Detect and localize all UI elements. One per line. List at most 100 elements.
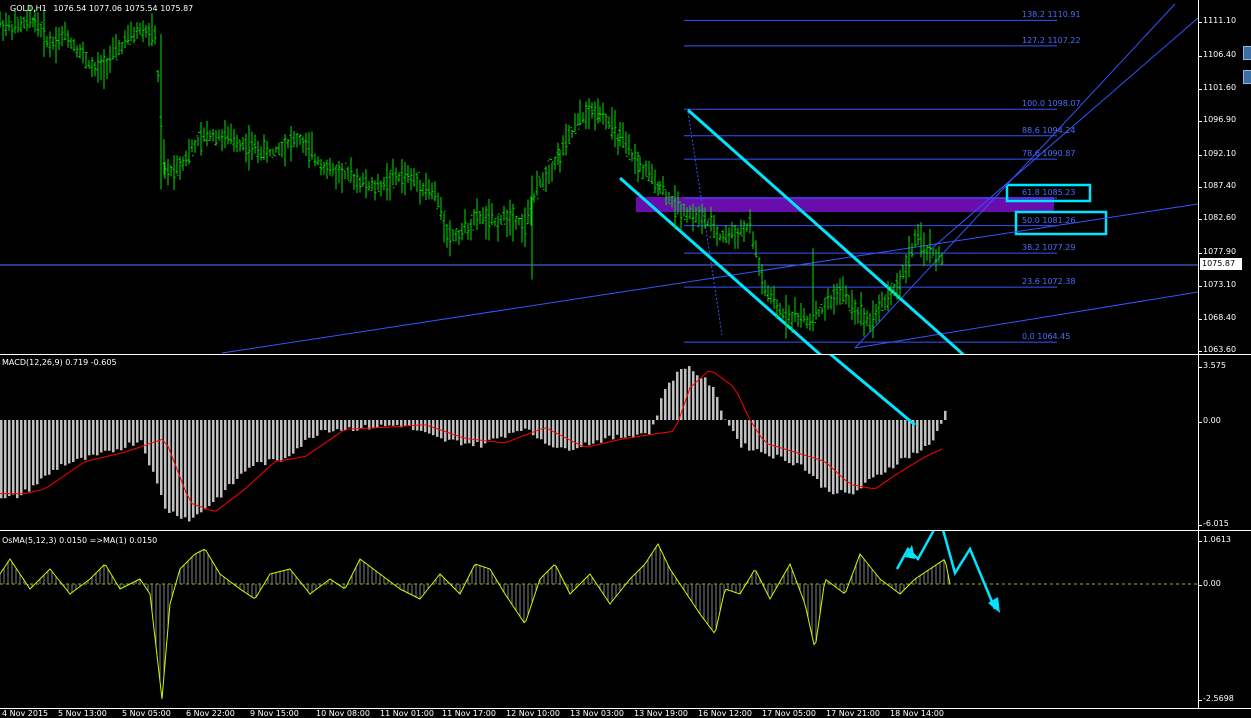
- macd-histogram-bar: [88, 420, 91, 456]
- macd-histogram-bar: [92, 420, 95, 455]
- price-tick: 1101.60: [1197, 83, 1237, 92]
- macd-histogram-bar: [836, 420, 839, 494]
- side-toolbar-button[interactable]: [1243, 70, 1251, 84]
- macd-histogram-bar: [844, 420, 847, 493]
- price-tick: 1077.90: [1197, 247, 1237, 256]
- macd-histogram-bar: [712, 386, 715, 420]
- macd-histogram-bar: [236, 420, 239, 479]
- macd-histogram-bar: [572, 420, 575, 450]
- macd-histogram-bar: [944, 410, 947, 420]
- macd-histogram-bar: [220, 420, 223, 498]
- macd-histogram-bar: [488, 420, 491, 440]
- macd-tick: -6.015: [1198, 519, 1229, 528]
- macd-histogram-bar: [60, 420, 63, 465]
- macd-histogram-bar: [628, 420, 631, 436]
- macd-histogram-bar: [508, 420, 511, 434]
- price-tick: 1111.10: [1197, 16, 1237, 25]
- macd-histogram-bar: [112, 420, 115, 453]
- macd-histogram-bar: [308, 420, 311, 438]
- macd-histogram-bar: [116, 420, 119, 450]
- macd-tick: 3.575: [1198, 361, 1226, 370]
- macd-histogram-bar: [640, 420, 643, 434]
- macd-histogram-bar: [872, 420, 875, 478]
- macd-histogram-bar: [136, 420, 139, 443]
- fibo-level-label: 50.0 1081.26: [1022, 215, 1076, 225]
- macd-canvas: [0, 355, 947, 522]
- macd-histogram-bar: [168, 420, 171, 513]
- macd-histogram-bar: [496, 420, 499, 439]
- macd-histogram-bar: [724, 419, 727, 420]
- macd-histogram-bar: [548, 420, 551, 446]
- macd-histogram-bar: [344, 420, 347, 431]
- macd-histogram-bar: [800, 420, 803, 465]
- macd-histogram-bar: [468, 420, 471, 444]
- macd-histogram-bar: [784, 420, 787, 461]
- macd-histogram-bar: [208, 420, 211, 507]
- macd-histogram-bar: [828, 420, 831, 492]
- macd-histogram-bar: [36, 420, 39, 485]
- price-tick: 1092.10: [1197, 149, 1237, 158]
- macd-histogram-bar: [936, 420, 939, 431]
- macd-histogram-bar: [352, 420, 355, 432]
- macd-histogram-bar: [484, 420, 487, 444]
- macd-histogram-bar: [636, 420, 639, 435]
- macd-histogram-bar: [76, 420, 79, 459]
- macd-histogram-bar: [584, 420, 587, 443]
- macd-histogram-bar: [580, 420, 583, 448]
- macd-histogram-bar: [240, 420, 243, 474]
- macd-histogram-bar: [252, 420, 255, 466]
- macd-histogram-bar: [336, 420, 339, 430]
- macd-histogram-bar: [420, 420, 423, 431]
- macd-histogram-bar: [264, 420, 267, 466]
- macd-histogram-bar: [644, 420, 647, 434]
- macd-histogram-bar: [160, 420, 163, 496]
- macd-histogram-bar: [472, 420, 475, 447]
- macd-histogram-bar: [164, 420, 167, 509]
- macd-histogram-bar: [80, 420, 83, 458]
- side-toolbar-button[interactable]: [1243, 46, 1251, 60]
- macd-histogram-bar: [24, 420, 27, 490]
- macd-histogram-bar: [260, 420, 263, 463]
- macd-histogram-bar: [280, 420, 283, 462]
- macd-histogram-bar: [108, 420, 111, 451]
- osma-panel[interactable]: OsMA(5,12,3) 0.0150 =>MA(1) 0.0150: [0, 531, 1198, 708]
- macd-histogram-bar: [840, 420, 843, 491]
- macd-histogram-bar: [916, 420, 919, 454]
- macd-panel[interactable]: MACD(12,26,9) 0.719 -0.605: [0, 355, 1198, 530]
- macd-histogram-bar: [248, 420, 251, 468]
- macd-histogram-bar: [616, 420, 619, 435]
- macd-histogram-bar: [600, 420, 603, 443]
- current-price-tag: 1075.87: [1200, 258, 1242, 270]
- macd-histogram-bar: [668, 382, 671, 420]
- macd-histogram-bar: [156, 420, 159, 484]
- macd-histogram-bar: [396, 420, 399, 426]
- macd-histogram-bar: [684, 368, 687, 420]
- macd-histogram-bar: [104, 420, 107, 451]
- macd-histogram-bar: [96, 420, 99, 456]
- macd-histogram-bar: [232, 420, 235, 485]
- macd-histogram-bar: [756, 420, 759, 450]
- macd-histogram-bar: [648, 420, 651, 435]
- price-tick: 1073.10: [1197, 280, 1237, 289]
- macd-histogram-bar: [856, 420, 859, 491]
- price-tick: 1068.40: [1197, 313, 1237, 322]
- macd-histogram-bar: [748, 420, 751, 451]
- osma-canvas: [0, 531, 1198, 700]
- fibo-level-label: 88.6 1094.24: [1022, 125, 1076, 135]
- macd-histogram-bar: [384, 420, 387, 427]
- macd-histogram-bar: [568, 420, 571, 451]
- fibo-level-label: 23.6 1072.38: [1022, 277, 1076, 287]
- price-chart-panel[interactable]: GOLD,H1 1076.54 1077.06 1075.54 1075.87 …: [0, 0, 1198, 354]
- macd-histogram-bar: [852, 420, 855, 495]
- macd-histogram-bar: [736, 420, 739, 439]
- macd-histogram-bar: [132, 420, 135, 446]
- macd-histogram-bar: [452, 420, 455, 440]
- macd-histogram-bar: [256, 420, 259, 463]
- osma-tick: 1.0613: [1198, 535, 1231, 544]
- macd-histogram-bar: [772, 420, 775, 459]
- macd-histogram-bar: [180, 420, 183, 519]
- macd-histogram-bar: [204, 420, 207, 510]
- macd-histogram-bar: [864, 420, 867, 483]
- macd-histogram-bar: [664, 388, 667, 420]
- macd-histogram-bar: [332, 420, 335, 432]
